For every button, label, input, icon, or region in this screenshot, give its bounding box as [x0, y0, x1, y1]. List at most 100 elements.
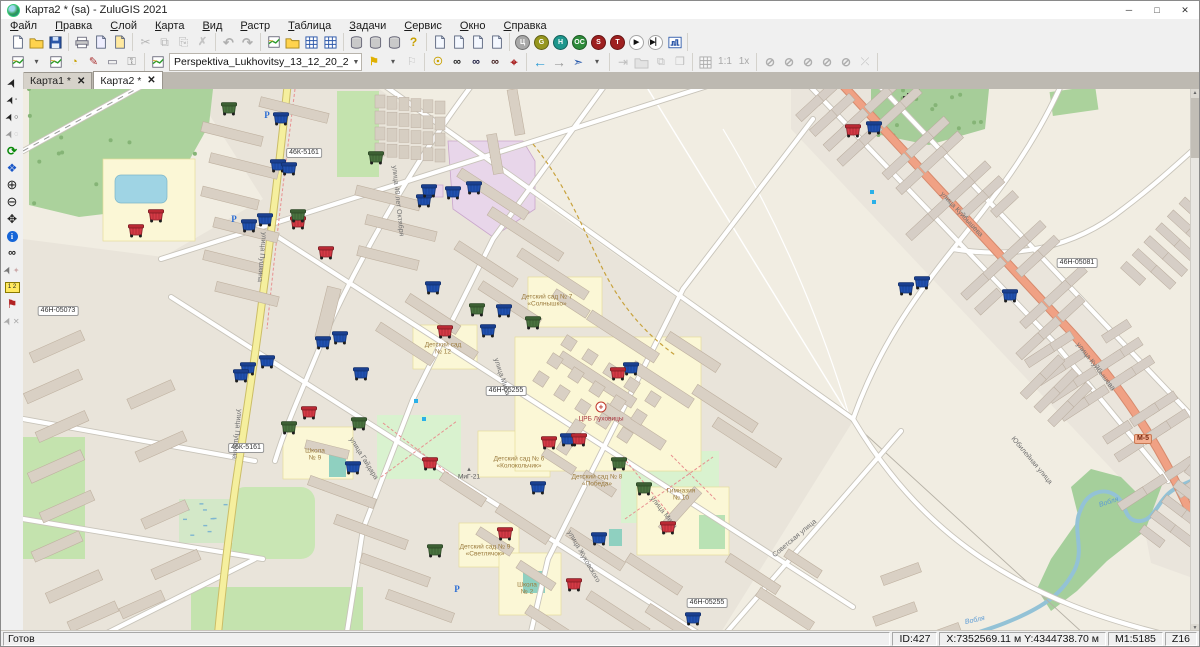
container-marker-blue[interactable]: [258, 354, 276, 374]
menu-задачи[interactable]: Задачи: [340, 20, 395, 32]
layer-legend-button[interactable]: [302, 33, 321, 51]
menu-справка[interactable]: Справка: [495, 20, 556, 32]
scale-1x-button[interactable]: 1x: [734, 53, 753, 71]
analysis-g-button[interactable]: G: [532, 33, 551, 51]
container-marker-red[interactable]: [436, 324, 454, 344]
measure-tool[interactable]: 1 2: [3, 279, 21, 295]
delete-button[interactable]: ✗: [193, 33, 212, 51]
map-card-button[interactable]: ▭: [103, 53, 122, 71]
container-marker-blue[interactable]: [1001, 288, 1019, 308]
container-marker-blue[interactable]: [272, 111, 290, 131]
container-marker-green[interactable]: [610, 456, 628, 476]
active-layer-combobox[interactable]: Perspektiva_Lukhovitsy_13_12_20_2▼: [169, 53, 362, 71]
container-marker-green[interactable]: [635, 481, 653, 501]
find-tool[interactable]: ∞: [3, 245, 21, 261]
select-node-tool[interactable]: ➤▫: [3, 92, 21, 108]
select-area-tool[interactable]: ➤◌: [3, 126, 21, 142]
maximize-button[interactable]: □: [1143, 1, 1171, 19]
tab-close-icon[interactable]: ✕: [77, 76, 85, 87]
container-marker-red[interactable]: [609, 366, 627, 386]
zoom-in-tool[interactable]: ⊕: [3, 177, 21, 193]
vertical-scrollbar[interactable]: ▲ ▼: [1190, 89, 1199, 633]
container-marker-red[interactable]: [540, 435, 558, 455]
object-info-tool[interactable]: i: [3, 228, 21, 244]
query-run-button[interactable]: [487, 33, 506, 51]
select-pointer-tool[interactable]: ➤: [3, 75, 21, 91]
container-marker-red[interactable]: [496, 526, 514, 546]
print-button[interactable]: [72, 33, 91, 51]
map-edit-button[interactable]: ✎: [84, 53, 103, 71]
container-marker-blue[interactable]: [331, 330, 349, 350]
menu-слой[interactable]: Слой: [101, 20, 146, 32]
search-attr-button[interactable]: ∞: [485, 53, 504, 71]
nav-dropdown[interactable]: ▾: [587, 53, 606, 71]
nav-forward-button[interactable]: →: [549, 53, 568, 71]
snap-center-button[interactable]: ⊘: [817, 53, 836, 71]
menu-сервис[interactable]: Сервис: [395, 20, 451, 32]
container-marker-blue[interactable]: [684, 611, 702, 631]
snap-edge-button[interactable]: ⊘: [798, 53, 817, 71]
container-marker-green[interactable]: [524, 315, 542, 335]
menu-файл[interactable]: Файл: [1, 20, 46, 32]
container-marker-blue[interactable]: [232, 368, 250, 388]
container-marker-green[interactable]: [289, 208, 307, 228]
query-select-tool[interactable]: ➤✦: [3, 262, 21, 278]
menu-растр[interactable]: Растр: [231, 20, 279, 32]
map-copy-button[interactable]: [46, 53, 65, 71]
scroll-thumb[interactable]: [1191, 98, 1199, 158]
analysis-s-button[interactable]: S: [589, 33, 608, 51]
analysis-t-button[interactable]: T: [608, 33, 627, 51]
analysis-chart-button[interactable]: [665, 33, 684, 51]
layer-icon[interactable]: [148, 53, 167, 71]
container-marker-blue[interactable]: [495, 303, 513, 323]
goto-flag-button[interactable]: ⚑: [364, 53, 383, 71]
minimize-button[interactable]: ─: [1115, 1, 1143, 19]
search-go-button[interactable]: ⌖: [504, 53, 523, 71]
nav-back-button[interactable]: ←: [530, 53, 549, 71]
container-marker-red[interactable]: [127, 223, 145, 243]
mode-faces-button[interactable]: ❒: [670, 53, 689, 71]
copy-objects-button[interactable]: ⧉: [651, 53, 670, 71]
container-marker-blue[interactable]: [913, 275, 931, 295]
menu-вид[interactable]: Вид: [193, 20, 231, 32]
container-marker-green[interactable]: [280, 420, 298, 440]
snap-node-button[interactable]: ⊘: [779, 53, 798, 71]
container-marker-red[interactable]: [300, 405, 318, 425]
map-window-dropdown[interactable]: ▾: [27, 53, 46, 71]
paste-button[interactable]: ⎘: [174, 33, 193, 51]
context-help-button[interactable]: ?: [404, 33, 423, 51]
map-window-button[interactable]: [8, 53, 27, 71]
redo-button[interactable]: ↷: [238, 33, 257, 51]
snap-cross-button[interactable]: ⤫: [855, 53, 874, 71]
save-button[interactable]: [46, 33, 65, 51]
map-table-button[interactable]: [321, 33, 340, 51]
nav-route-button[interactable]: ➣: [568, 53, 587, 71]
query-open-button[interactable]: [449, 33, 468, 51]
container-marker-blue[interactable]: [479, 323, 497, 343]
close-button[interactable]: ✕: [1171, 1, 1199, 19]
container-marker-red[interactable]: [421, 456, 439, 476]
container-marker-red[interactable]: [565, 577, 583, 597]
snap-none-button[interactable]: ⊘: [760, 53, 779, 71]
container-marker-blue[interactable]: [465, 180, 483, 200]
database-map-button[interactable]: [347, 33, 366, 51]
container-marker-red[interactable]: [317, 245, 335, 265]
query-new-button[interactable]: [430, 33, 449, 51]
flag-clear-button[interactable]: ⚐: [402, 53, 421, 71]
tab-close-icon[interactable]: ✕: [147, 75, 155, 86]
open-group-button[interactable]: [632, 53, 651, 71]
insert-object-button[interactable]: ⇥: [613, 53, 632, 71]
fit-screen-button[interactable]: [696, 53, 715, 71]
print-preview-button[interactable]: [91, 33, 110, 51]
open-document-button[interactable]: [27, 33, 46, 51]
container-marker-green[interactable]: [426, 543, 444, 563]
select-circle-tool[interactable]: ➤○: [3, 109, 21, 125]
zoom-extents-tool[interactable]: ❖: [3, 160, 21, 176]
analysis-h-button[interactable]: H: [551, 33, 570, 51]
container-marker-green[interactable]: [367, 150, 385, 170]
map-tab-1[interactable]: Карта1 *✕: [23, 72, 92, 89]
database-table-button[interactable]: [385, 33, 404, 51]
menu-таблица[interactable]: Таблица: [279, 20, 340, 32]
analysis-c-button[interactable]: Ц: [513, 33, 532, 51]
menu-окно[interactable]: Окно: [451, 20, 495, 32]
